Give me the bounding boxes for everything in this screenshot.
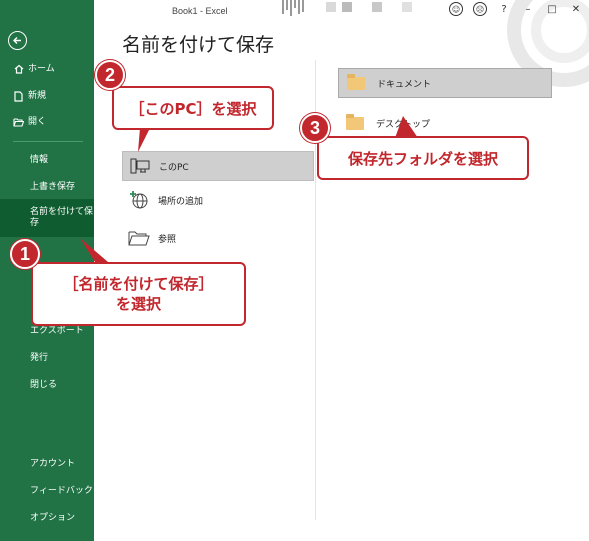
callout-1: ［名前を付けて保存］ を選択 xyxy=(31,262,246,326)
callout-2: ［このPC］を選択 xyxy=(112,86,274,130)
callout-text: 保存先フォルダを選択 xyxy=(347,149,498,168)
callout-3: 保存先フォルダを選択 xyxy=(317,136,529,180)
callout-text: ［このPC］を選択 xyxy=(129,99,257,118)
callout-number-2: 2 xyxy=(95,60,125,90)
callout-text: を選択 xyxy=(115,295,161,313)
callout-number-1: 1 xyxy=(10,239,40,269)
callout-number-3: 3 xyxy=(300,113,330,143)
callout-text: ［名前を付けて保存］ xyxy=(63,275,214,293)
